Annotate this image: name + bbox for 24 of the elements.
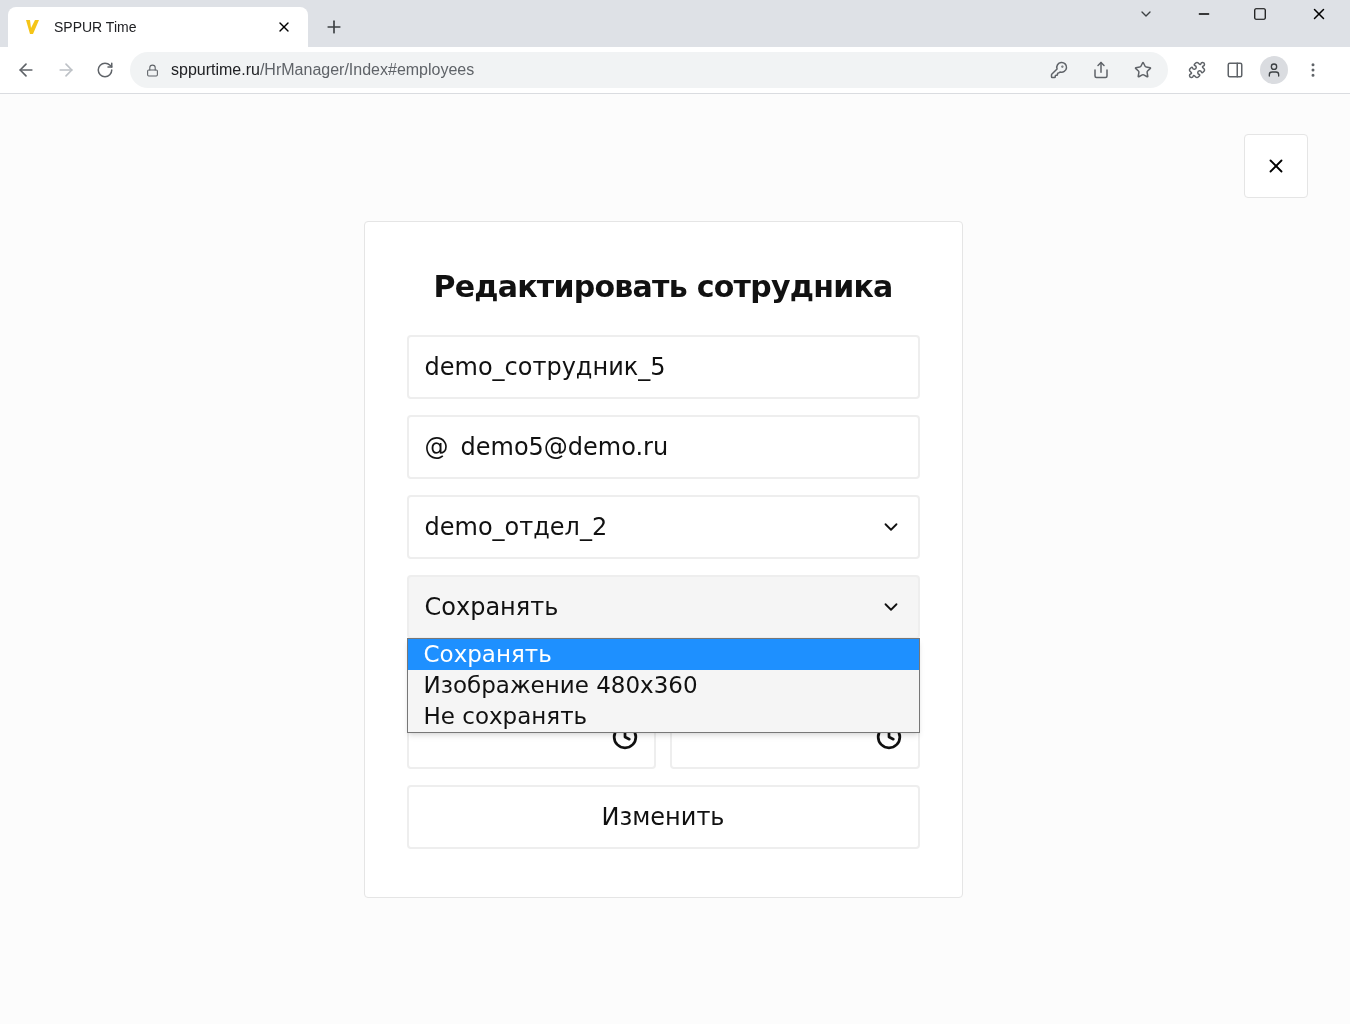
extensions-icon[interactable]	[1188, 61, 1206, 79]
dropdown-option[interactable]: Изображение 480x360	[407, 670, 919, 701]
lock-icon	[146, 63, 159, 77]
dropdown-option[interactable]: Не сохранять	[407, 701, 919, 732]
key-icon[interactable]	[1050, 61, 1068, 79]
photo-select[interactable]: Сохранять	[406, 575, 920, 639]
submit-button[interactable]: Изменить	[406, 785, 920, 849]
email-value: demo5@demo.ru	[460, 432, 669, 463]
address-bar[interactable]: sppurtime.ru/HrManager/Index#employees	[130, 52, 1168, 88]
share-icon[interactable]	[1092, 61, 1110, 79]
department-select[interactable]: demo_отдел_2	[406, 495, 920, 559]
reload-icon[interactable]	[96, 61, 114, 79]
maximize-icon[interactable]	[1253, 7, 1267, 21]
side-panel-icon[interactable]	[1226, 61, 1244, 79]
dialog-title: Редактировать сотрудника	[433, 268, 893, 306]
profile-avatar[interactable]	[1260, 56, 1288, 84]
tab-title: SPPUR Time	[54, 17, 138, 37]
name-field[interactable]: demo_сотрудник_5	[406, 335, 920, 399]
url-text: sppurtime.ru/HrManager/Index#employees	[171, 60, 476, 80]
email-field[interactable]: @ demo5@demo.ru	[406, 415, 920, 479]
star-icon[interactable]	[1134, 61, 1152, 79]
logo-icon	[24, 18, 42, 36]
browser-tab[interactable]: SPPUR Time	[8, 7, 308, 47]
at-icon: @	[424, 429, 449, 465]
